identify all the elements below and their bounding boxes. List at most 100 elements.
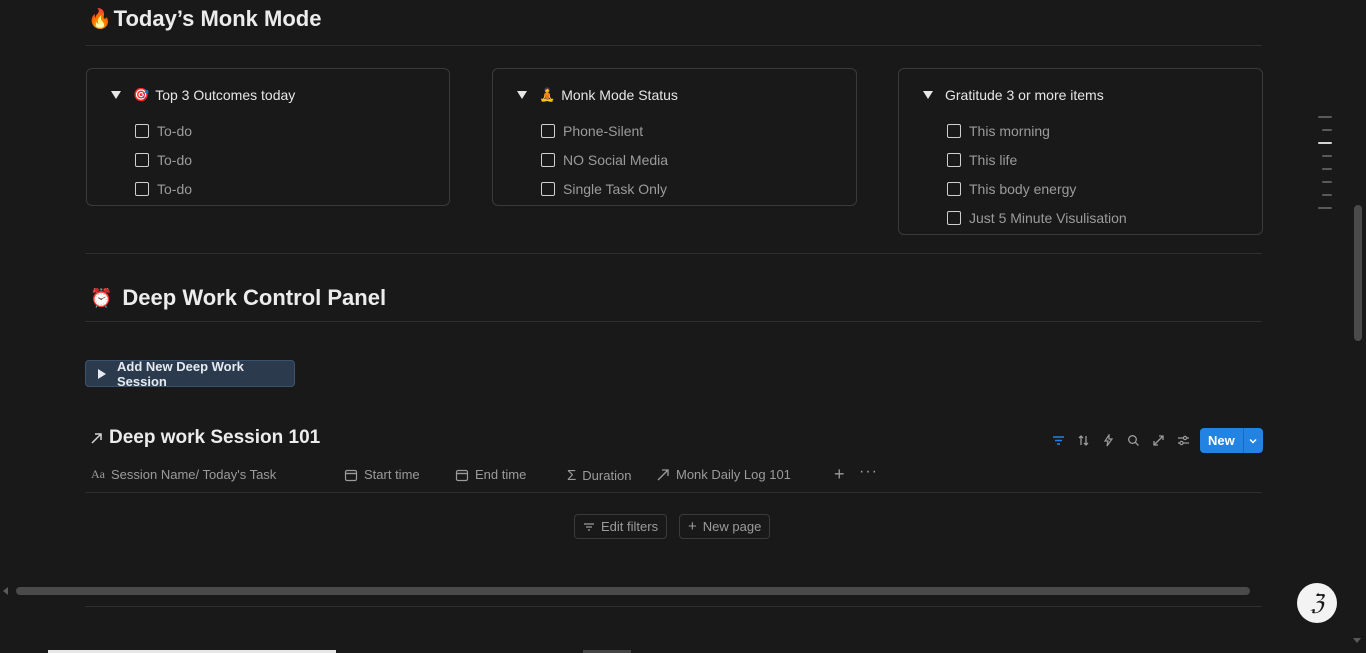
todo-item[interactable]: NO Social Media [541, 145, 668, 174]
todo-label[interactable]: Just 5 Minute Visulisation [969, 210, 1127, 226]
toggle-card-gratitude: Gratitude 3 or more items This morning T… [898, 68, 1263, 235]
column-label: Start time [364, 467, 420, 482]
deep-work-title: Deep Work Control Panel [122, 285, 387, 310]
card-title: Monk Mode Status [561, 87, 678, 103]
checkbox[interactable] [135, 181, 149, 196]
toc-line[interactable] [1322, 181, 1332, 183]
checkbox[interactable] [541, 152, 555, 167]
checkbox[interactable] [947, 152, 961, 167]
todo-label[interactable]: To-do [157, 123, 192, 139]
todo-label[interactable]: This morning [969, 123, 1050, 139]
todo-label[interactable]: Phone-Silent [563, 123, 643, 139]
new-entry-button[interactable]: New [1200, 428, 1263, 453]
todo-item[interactable]: This life [947, 145, 1127, 174]
more-options-icon[interactable]: ··· [859, 463, 878, 481]
todo-item[interactable]: To-do [135, 174, 192, 203]
database-title-label: Deep work Session 101 [109, 427, 321, 448]
todo-item[interactable]: This body energy [947, 174, 1127, 203]
new-page-button[interactable]: + New page [679, 514, 771, 539]
divider [85, 253, 1262, 254]
toggle-header-outcomes[interactable]: 🎯 Top 3 Outcomes today [111, 87, 295, 103]
todo-item[interactable]: To-do [135, 116, 192, 145]
toggle-caret-icon[interactable] [111, 91, 121, 99]
todo-label[interactable]: NO Social Media [563, 152, 668, 168]
toc-line[interactable] [1322, 168, 1332, 170]
checkbox[interactable] [947, 210, 961, 225]
sort-icon[interactable] [1071, 430, 1096, 452]
table-header-row: Aa Session Name/ Today's Task Start time… [85, 462, 1262, 493]
filter-icon [584, 522, 594, 531]
column-header-duration[interactable]: Σ Duration [567, 467, 631, 484]
todo-item[interactable]: To-do [135, 145, 192, 174]
help-assistant-icon[interactable]: ℨ [1297, 583, 1337, 623]
table-of-contents-minimap[interactable] [1318, 116, 1332, 220]
divider [85, 45, 1262, 46]
todo-item[interactable]: Single Task Only [541, 174, 668, 203]
chevron-down-icon[interactable] [1242, 428, 1263, 453]
database-title[interactable]: Deep work Session 101 [90, 427, 320, 449]
card-title: Top 3 Outcomes today [155, 87, 296, 103]
toggle-header-gratitude[interactable]: Gratitude 3 or more items [923, 87, 1104, 103]
todo-label[interactable]: Single Task Only [563, 181, 667, 197]
edit-filters-button[interactable]: Edit filters [574, 514, 668, 539]
text-icon: Aa [91, 467, 105, 481]
toc-line[interactable] [1318, 207, 1332, 209]
toc-line[interactable] [1322, 129, 1332, 131]
checkbox[interactable] [947, 181, 961, 196]
plus-icon: + [688, 518, 697, 535]
add-button-label: Add New Deep Work Session [117, 358, 244, 389]
database-toolbar: New [1046, 428, 1263, 453]
card-title: Gratitude 3 or more items [945, 87, 1104, 103]
divider [85, 606, 1262, 607]
calendar-icon [455, 469, 469, 481]
horizontal-scrollbar[interactable] [0, 582, 1352, 599]
column-header-start-time[interactable]: Start time [344, 467, 420, 482]
add-deep-work-session-button[interactable]: Add New Deep Work Session [85, 358, 295, 389]
new-button-label[interactable]: New [1200, 428, 1243, 453]
column-header-end-time[interactable]: End time [455, 467, 526, 482]
todo-item[interactable]: Just 5 Minute Visulisation [947, 203, 1127, 232]
toc-line[interactable] [1318, 116, 1332, 118]
todo-item[interactable]: This morning [947, 116, 1127, 145]
todo-label[interactable]: This body energy [969, 181, 1076, 197]
alarm-clock-icon: ⏰ [90, 287, 113, 308]
monk-mode-title: Today’s Monk Mode [113, 6, 322, 31]
sigma-icon: Σ [567, 467, 577, 484]
toc-line[interactable] [1322, 155, 1332, 157]
todo-label[interactable]: To-do [157, 152, 192, 168]
checkbox[interactable] [947, 123, 961, 138]
settings-sliders-icon[interactable] [1171, 430, 1196, 452]
toggle-header-monk-status[interactable]: 🧘 Monk Mode Status [517, 87, 678, 103]
toggle-card-monk-status: 🧘 Monk Mode Status Phone-Silent NO Socia… [492, 68, 857, 206]
toggle-card-outcomes: 🎯 Top 3 Outcomes today To-do To-do To-do [86, 68, 450, 206]
search-icon[interactable] [1121, 430, 1146, 452]
scroll-down-arrow-icon[interactable] [1353, 638, 1361, 643]
toggle-caret-icon[interactable] [517, 91, 527, 99]
filter-icon[interactable] [1046, 430, 1071, 452]
toc-line[interactable] [1322, 194, 1332, 196]
play-icon [98, 368, 106, 379]
vertical-scrollbar-thumb[interactable] [1354, 205, 1362, 341]
expand-icon[interactable] [1146, 430, 1171, 452]
new-page-label: New page [702, 519, 762, 534]
todo-label[interactable]: To-do [157, 181, 192, 197]
column-label: Session Name/ Today's Task [111, 467, 277, 482]
fire-icon: 🔥 [88, 9, 112, 30]
todo-item[interactable]: Phone-Silent [541, 116, 668, 145]
todo-label[interactable]: This life [969, 152, 1017, 168]
checkbox[interactable] [541, 123, 555, 138]
toc-line-active[interactable] [1318, 142, 1332, 144]
automation-bolt-icon[interactable] [1096, 430, 1121, 452]
checkbox[interactable] [541, 181, 555, 196]
column-header-monk-daily-log[interactable]: Monk Daily Log 101 [656, 467, 791, 482]
column-label: Monk Daily Log 101 [676, 467, 791, 482]
meditation-icon: 🧘 [539, 87, 556, 102]
checkbox[interactable] [135, 152, 149, 167]
horizontal-scrollbar-thumb[interactable] [16, 587, 1250, 595]
checkbox[interactable] [135, 123, 149, 138]
column-header-session-name[interactable]: Aa Session Name/ Today's Task [91, 467, 276, 482]
divider [85, 321, 1262, 322]
add-column-plus-icon[interactable]: + [834, 464, 845, 485]
deep-work-heading: ⏰ Deep Work Control Panel [90, 285, 386, 311]
toggle-caret-icon[interactable] [923, 91, 933, 99]
